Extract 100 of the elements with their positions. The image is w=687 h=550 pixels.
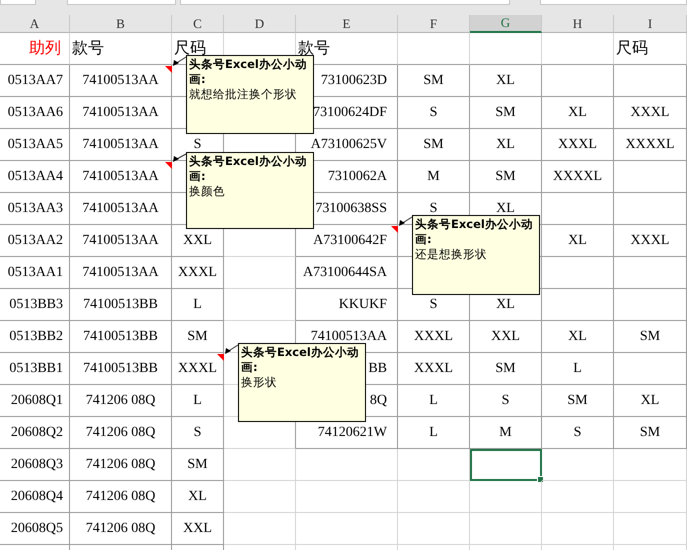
table-cell[interactable]: 20608Q5 bbox=[0, 513, 70, 545]
table-cell[interactable]: XXL bbox=[470, 321, 542, 353]
table-cell[interactable]: XXXXL bbox=[542, 161, 614, 193]
table-cell[interactable]: L bbox=[542, 353, 614, 385]
table-cell[interactable]: 20608Q3 bbox=[0, 449, 70, 481]
table-cell[interactable]: 74100513AA bbox=[70, 257, 172, 289]
table-cell[interactable]: XXXL bbox=[398, 321, 470, 353]
table-cell[interactable]: XL bbox=[542, 97, 614, 129]
table-cell[interactable]: 74100513AA bbox=[70, 225, 172, 257]
table-cell[interactable]: XL bbox=[542, 321, 614, 353]
table-cell[interactable]: 尺码 bbox=[614, 33, 687, 65]
table-cell[interactable]: 款号 bbox=[70, 33, 172, 65]
table-cell[interactable]: XXXXL bbox=[614, 129, 687, 161]
column-header[interactable]: I bbox=[614, 15, 687, 33]
table-cell[interactable] bbox=[224, 257, 296, 289]
toolbar-field[interactable] bbox=[540, 0, 687, 5]
table-cell[interactable]: 20608Q2 bbox=[0, 417, 70, 449]
table-cell[interactable]: 0513AA3 bbox=[0, 193, 70, 225]
table-cell[interactable]: 0513AA2 bbox=[0, 225, 70, 257]
table-cell[interactable]: L bbox=[172, 385, 224, 417]
table-cell[interactable]: XXXL bbox=[172, 257, 224, 289]
table-cell[interactable]: SM bbox=[614, 321, 687, 353]
table-cell[interactable] bbox=[614, 65, 687, 97]
toolbar-field[interactable] bbox=[67, 0, 176, 5]
table-cell[interactable]: 74100513BB bbox=[70, 321, 172, 353]
table-cell[interactable]: 741206 08Q bbox=[70, 385, 172, 417]
table-cell[interactable] bbox=[542, 289, 614, 321]
table-cell[interactable]: XL bbox=[542, 225, 614, 257]
table-cell[interactable] bbox=[614, 289, 687, 321]
table-cell[interactable] bbox=[224, 289, 296, 321]
toolbar-field[interactable] bbox=[0, 0, 36, 5]
table-cell[interactable]: 20608Q4 bbox=[0, 481, 70, 513]
table-cell[interactable]: 0513AA4 bbox=[0, 161, 70, 193]
table-cell[interactable]: S bbox=[172, 417, 224, 449]
table-cell[interactable]: 741206 08Q bbox=[70, 513, 172, 545]
table-cell[interactable]: XXXL bbox=[398, 353, 470, 385]
table-cell[interactable]: 741206 08Q bbox=[70, 481, 172, 513]
table-cell[interactable] bbox=[542, 65, 614, 97]
table-cell[interactable]: M bbox=[398, 161, 470, 193]
table-cell[interactable]: XL bbox=[470, 129, 542, 161]
comment-marker-icon bbox=[217, 354, 224, 361]
table-cell[interactable]: 0513AA5 bbox=[0, 129, 70, 161]
table-cell[interactable]: 0513BB1 bbox=[0, 353, 70, 385]
column-header[interactable]: C bbox=[172, 15, 224, 33]
comment-marker-icon bbox=[165, 162, 172, 169]
table-cell[interactable]: S bbox=[398, 97, 470, 129]
table-cell[interactable]: SM bbox=[398, 65, 470, 97]
table-cell[interactable]: 0513AA1 bbox=[0, 257, 70, 289]
table-cell[interactable] bbox=[470, 449, 542, 481]
column-header[interactable]: A bbox=[0, 15, 70, 33]
table-cell[interactable]: 74100513BB bbox=[70, 289, 172, 321]
column-header[interactable]: G bbox=[470, 15, 542, 33]
table-cell[interactable] bbox=[614, 161, 687, 193]
table-cell[interactable]: SM bbox=[470, 97, 542, 129]
table-cell[interactable] bbox=[614, 193, 687, 225]
table-cell[interactable]: XXXL bbox=[614, 97, 687, 129]
table-cell[interactable]: 0513AA6 bbox=[0, 97, 70, 129]
column-header[interactable]: D bbox=[224, 15, 296, 33]
table-cell[interactable]: 74100513AA bbox=[70, 129, 172, 161]
table-cell[interactable]: 0513BB3 bbox=[0, 289, 70, 321]
table-cell[interactable]: SM bbox=[172, 321, 224, 353]
table-cell[interactable]: M bbox=[470, 417, 542, 449]
table-cell[interactable]: KKUKF bbox=[296, 289, 398, 321]
table-cell[interactable]: A73100644SA bbox=[296, 257, 398, 289]
table-cell[interactable]: XXXL bbox=[614, 225, 687, 257]
table-cell[interactable]: L bbox=[172, 289, 224, 321]
table-cell[interactable]: XL bbox=[470, 65, 542, 97]
comment-text: 换形状 bbox=[241, 375, 277, 390]
table-cell[interactable]: 741206 08Q bbox=[70, 417, 172, 449]
table-cell[interactable]: 74100513AA bbox=[70, 97, 172, 129]
table-cell[interactable]: XL bbox=[172, 481, 224, 513]
comment-marker-icon bbox=[165, 66, 172, 73]
table-cell[interactable]: 0513AA7 bbox=[0, 65, 70, 97]
table-cell[interactable]: S bbox=[470, 385, 542, 417]
table-cell[interactable]: SM bbox=[470, 161, 542, 193]
table-cell[interactable] bbox=[542, 257, 614, 289]
table-cell[interactable]: 74100513AA bbox=[70, 193, 172, 225]
column-header[interactable]: H bbox=[542, 15, 614, 33]
table-cell[interactable]: XL bbox=[614, 385, 687, 417]
column-header[interactable]: E bbox=[296, 15, 398, 33]
table-cell[interactable]: L bbox=[398, 385, 470, 417]
table-cell[interactable] bbox=[614, 257, 687, 289]
table-cell[interactable]: 20608Q1 bbox=[0, 385, 70, 417]
table-cell[interactable]: XXXL bbox=[542, 129, 614, 161]
table-cell[interactable]: L bbox=[398, 417, 470, 449]
table-cell[interactable]: SM bbox=[470, 353, 542, 385]
table-cell[interactable] bbox=[614, 353, 687, 385]
table-cell[interactable]: 0513BB2 bbox=[0, 321, 70, 353]
table-cell[interactable]: XXL bbox=[172, 513, 224, 545]
table-cell[interactable] bbox=[542, 193, 614, 225]
table-cell[interactable]: SM bbox=[172, 449, 224, 481]
table-cell[interactable]: SM bbox=[614, 417, 687, 449]
table-cell[interactable]: SM bbox=[398, 129, 470, 161]
table-cell[interactable]: 74100513BB bbox=[70, 353, 172, 385]
column-header[interactable]: B bbox=[70, 15, 172, 33]
table-cell[interactable]: S bbox=[542, 417, 614, 449]
table-cell[interactable]: SM bbox=[542, 385, 614, 417]
toolbar-field[interactable] bbox=[180, 0, 510, 5]
table-cell[interactable]: 助列 bbox=[0, 33, 70, 65]
table-cell[interactable]: 741206 08Q bbox=[70, 449, 172, 481]
